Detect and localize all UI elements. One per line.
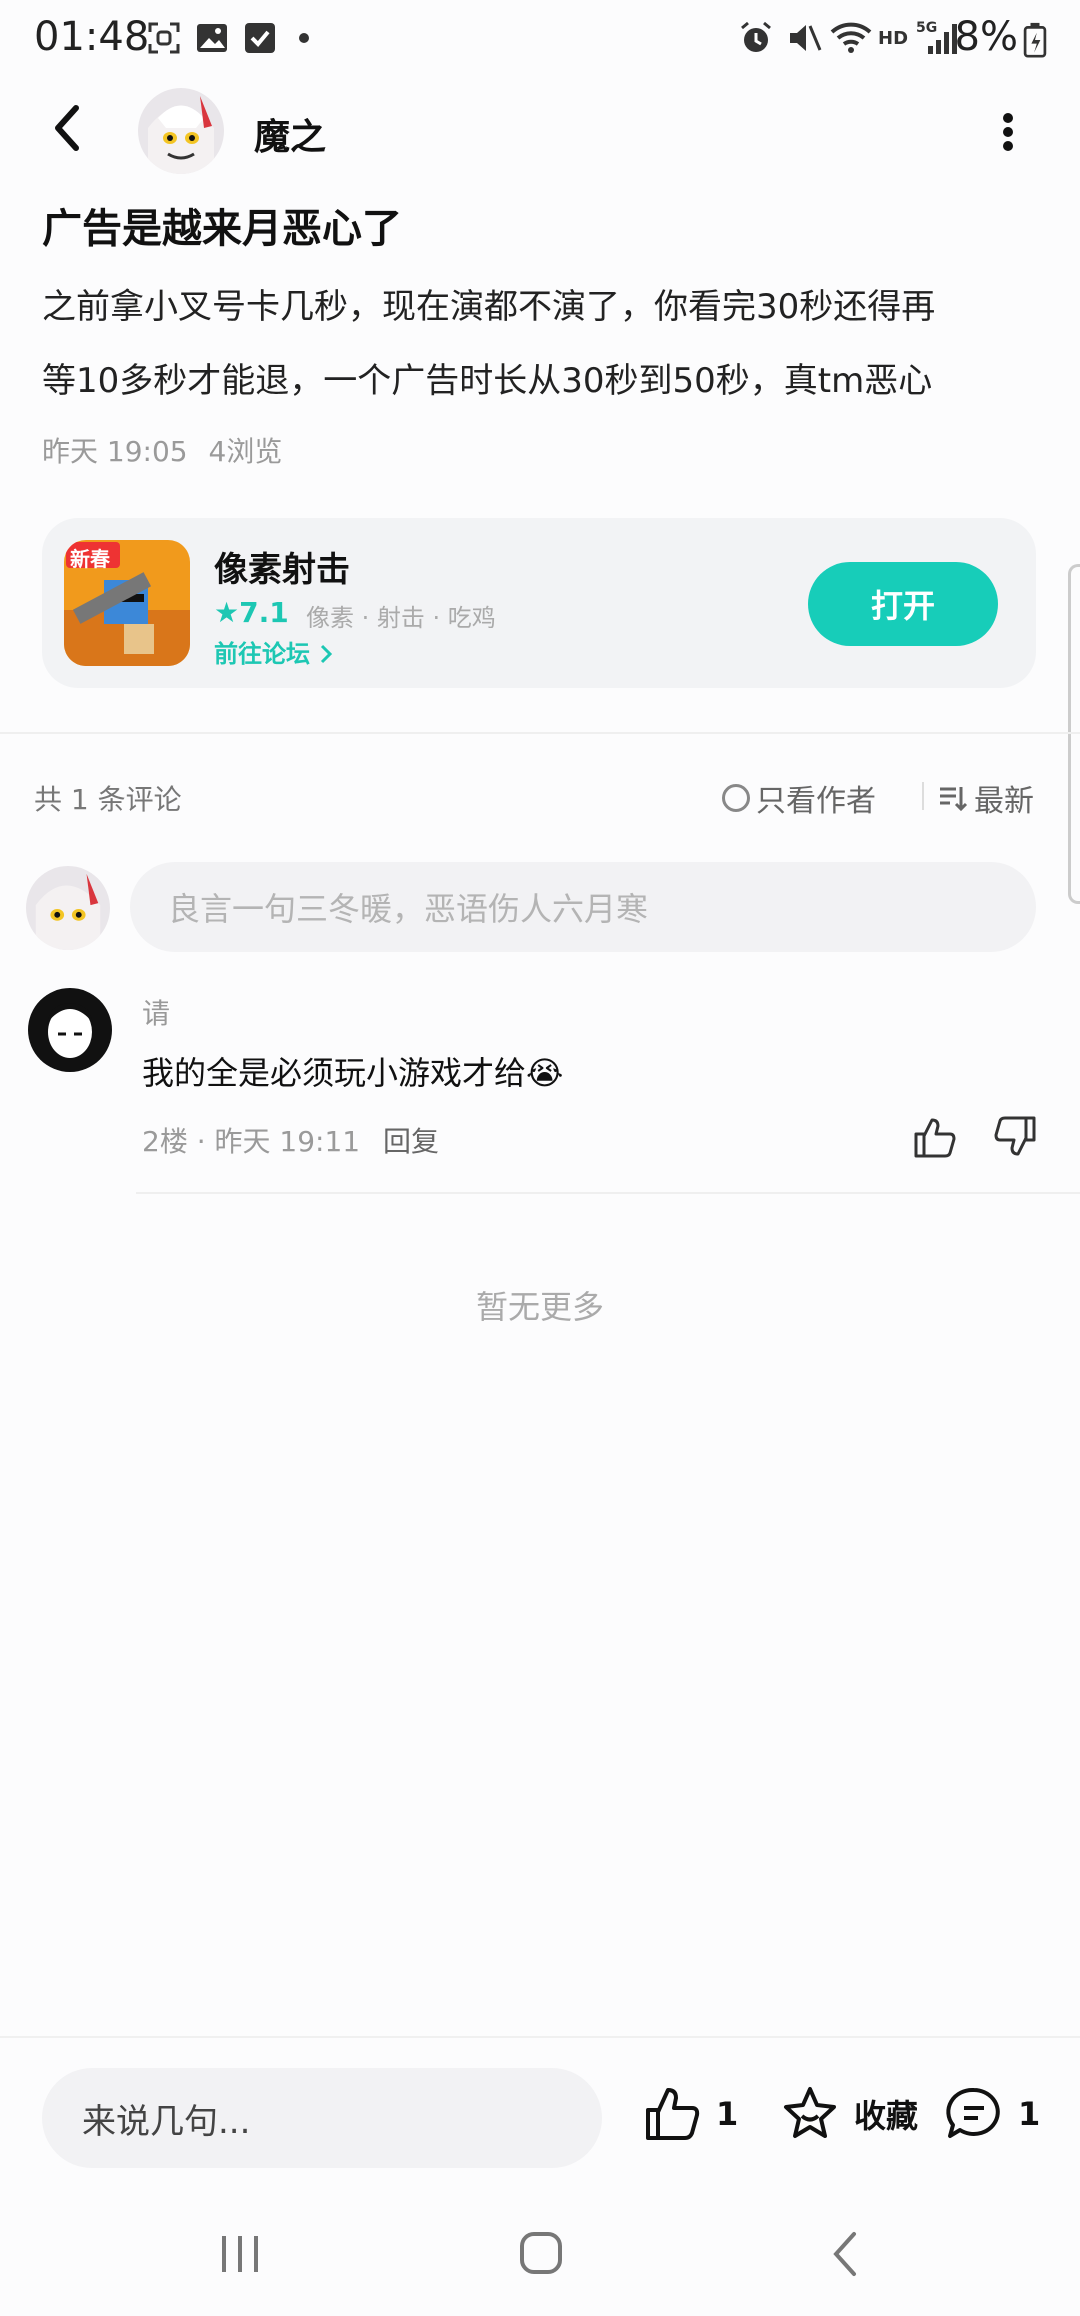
task-check-icon bbox=[245, 23, 275, 53]
game-rating: ★7.1 bbox=[214, 596, 289, 629]
commenter-name[interactable]: 请 bbox=[142, 992, 170, 1032]
comment-text: 我的全是必须玩小游戏才给😭 bbox=[142, 1054, 564, 1092]
thumbs-up-icon[interactable] bbox=[912, 1114, 958, 1160]
alarm-icon bbox=[741, 21, 771, 52]
screenshot-icon bbox=[148, 22, 180, 54]
like-count: 1 bbox=[716, 2095, 739, 2133]
post-views: 4浏览 bbox=[208, 435, 283, 468]
favorite-label: 收藏 bbox=[854, 2097, 919, 2135]
divider bbox=[922, 782, 924, 810]
comment-count-bottom: 1 bbox=[1018, 2095, 1041, 2133]
sort-icon bbox=[940, 787, 968, 812]
game-name[interactable]: 像素射击 bbox=[214, 542, 350, 591]
post-body-line: 等10多秒才能退，一个广告时长从30秒到50秒，真tm恶心 bbox=[42, 361, 933, 401]
battery-percent: 8% bbox=[954, 14, 1018, 60]
like-button[interactable]: 1 bbox=[642, 2084, 738, 2144]
forum-link[interactable]: 前往论坛 bbox=[214, 634, 334, 669]
favorite-button[interactable]: 收藏 bbox=[780, 2084, 918, 2144]
post-time: 昨天 19:05 bbox=[42, 435, 188, 468]
thumbs-up-icon bbox=[646, 2088, 700, 2140]
reply-button[interactable]: 回复 bbox=[383, 1125, 439, 1158]
comment-input[interactable]: 良言一句三冬暖，恶语伤人六月寒 bbox=[130, 862, 1036, 952]
game-icon-badge: 新春 bbox=[70, 547, 110, 571]
mute-icon bbox=[790, 25, 822, 51]
notification-dot-icon bbox=[299, 33, 309, 43]
game-card[interactable]: 新春 像素射击 ★7.1 像素 · 射击 · 吃鸡 前往论坛 打开 bbox=[42, 518, 1036, 688]
star-icon bbox=[784, 2087, 836, 2138]
only-author-circle-icon bbox=[722, 784, 750, 812]
home-icon[interactable] bbox=[518, 2230, 564, 2276]
comment-button[interactable]: 1 bbox=[944, 2084, 1040, 2144]
status-time: 01:48 bbox=[34, 14, 150, 60]
comment-bubble-icon bbox=[946, 2087, 1000, 2138]
post-body: 之前拿小叉号卡几秒，现在演都不演了，你看完30秒还得再 等10多秒才能退，一个广… bbox=[42, 270, 1032, 418]
say-something-input[interactable]: 来说几句... bbox=[42, 2068, 602, 2168]
post-title: 广告是越来月恶心了 bbox=[42, 206, 402, 252]
only-author-toggle[interactable]: 只看作者 bbox=[722, 776, 876, 820]
commenter-avatar[interactable] bbox=[28, 988, 112, 1072]
author-avatar[interactable] bbox=[138, 88, 224, 174]
game-tags: 像素 · 射击 · 吃鸡 bbox=[306, 604, 496, 632]
no-more-text: 暂无更多 bbox=[475, 1288, 604, 1326]
status-bar: 01:48 HD 5G 8% bbox=[0, 0, 1080, 84]
divider bbox=[136, 1192, 1080, 1194]
system-nav-bar bbox=[0, 2196, 1080, 2316]
post-body-line: 之前拿小叉号卡几秒，现在演都不演了，你看完30秒还得再 bbox=[42, 287, 936, 327]
scroll-indicator[interactable] bbox=[1068, 564, 1080, 904]
open-game-button[interactable]: 打开 bbox=[808, 562, 998, 646]
only-author-label: 只看作者 bbox=[756, 784, 876, 819]
recent-apps-icon[interactable] bbox=[216, 2232, 264, 2276]
thumbs-down-icon[interactable] bbox=[992, 1114, 1038, 1160]
my-avatar bbox=[26, 866, 110, 950]
sort-label: 最新 bbox=[974, 784, 1034, 819]
comment-meta: 2楼 · 昨天 19:11 回复 bbox=[142, 1120, 439, 1160]
comment-count: 共 1 条评论 bbox=[34, 783, 182, 816]
bottom-action-bar: 来说几句... 1 收藏 1 bbox=[0, 2036, 1080, 2198]
gallery-icon bbox=[197, 24, 227, 52]
wifi-icon bbox=[830, 22, 872, 53]
forum-link-label: 前往论坛 bbox=[214, 640, 310, 668]
nav-back-icon[interactable] bbox=[828, 2230, 862, 2278]
divider bbox=[0, 732, 1080, 734]
comment-floor-time: 2楼 · 昨天 19:11 bbox=[142, 1125, 361, 1158]
hd-label: HD bbox=[878, 28, 909, 49]
more-icon[interactable] bbox=[988, 104, 1028, 160]
author-name[interactable]: 魔之 bbox=[254, 108, 326, 160]
game-icon[interactable]: 新春 bbox=[64, 540, 190, 666]
post-meta: 昨天 19:05 4浏览 bbox=[42, 430, 282, 470]
back-icon[interactable] bbox=[40, 98, 100, 158]
chevron-right-icon bbox=[321, 644, 333, 664]
battery-icon bbox=[1023, 22, 1047, 58]
sort-toggle[interactable]: 最新 bbox=[938, 776, 1034, 820]
